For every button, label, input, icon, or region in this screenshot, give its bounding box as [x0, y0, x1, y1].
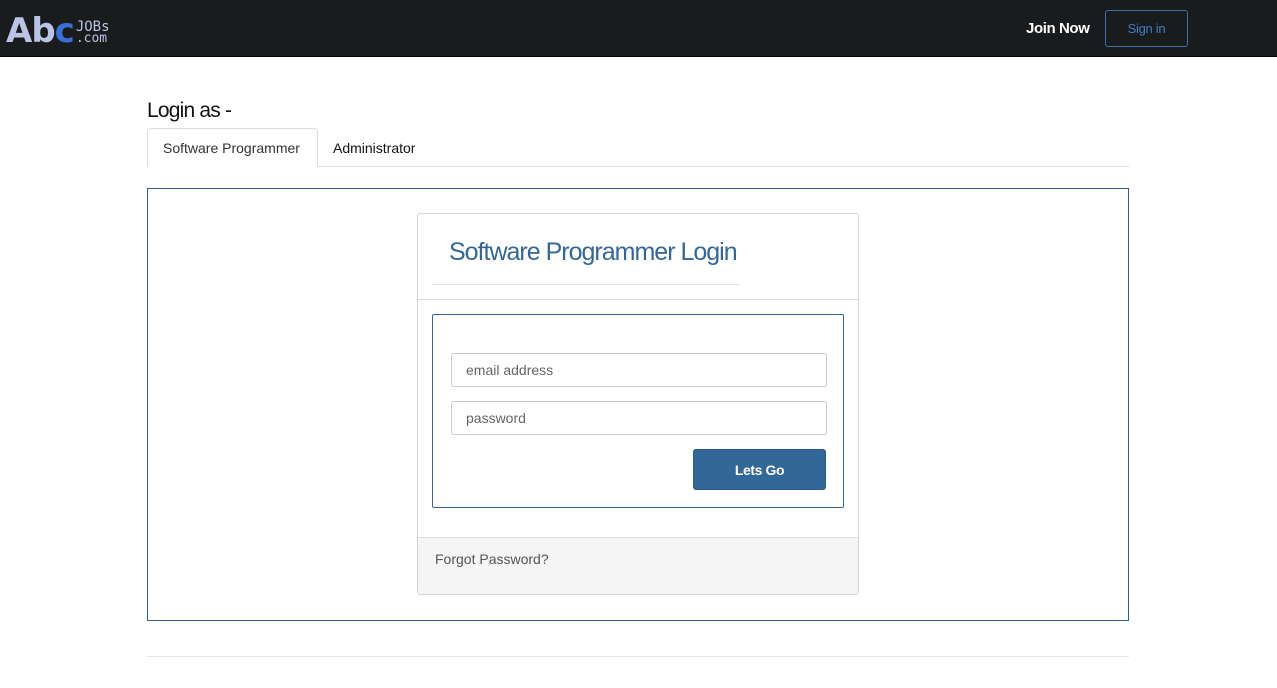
top-navbar: Abc JOBs .com Join Now Sign in	[0, 0, 1277, 57]
login-card-footer: Forgot Password?	[418, 537, 858, 594]
footer-divider	[147, 656, 1129, 657]
password-field[interactable]	[451, 401, 827, 435]
login-as-heading: Login as -	[147, 99, 232, 122]
logo-jobs-bottom: .com	[75, 31, 108, 46]
login-card: Software Programmer Login Lets Go Forgot…	[417, 213, 859, 595]
login-role-tabs: Software Programmer Administrator	[147, 128, 1129, 167]
logo-abc-text: Abc	[6, 11, 75, 51]
login-form: Lets Go	[432, 314, 844, 508]
sign-in-button[interactable]: Sign in	[1105, 10, 1188, 47]
logo-jobs-text: JOBs .com	[75, 20, 110, 46]
email-field[interactable]	[451, 353, 827, 387]
login-card-header: Software Programmer Login	[418, 214, 858, 300]
tab-software-programmer[interactable]: Software Programmer	[147, 128, 318, 167]
tab-administrator[interactable]: Administrator	[318, 128, 430, 167]
logo-abc-suffix: c	[54, 11, 75, 51]
lets-go-button[interactable]: Lets Go	[693, 449, 826, 490]
abcjobs-logo[interactable]: Abc JOBs .com	[6, 10, 110, 48]
join-now-link[interactable]: Join Now	[1026, 20, 1090, 37]
login-card-title: Software Programmer Login	[449, 238, 738, 266]
forgot-password-link[interactable]: Forgot Password?	[435, 551, 549, 567]
title-underline	[432, 284, 740, 285]
logo-abc-prefix: Ab	[6, 11, 56, 51]
